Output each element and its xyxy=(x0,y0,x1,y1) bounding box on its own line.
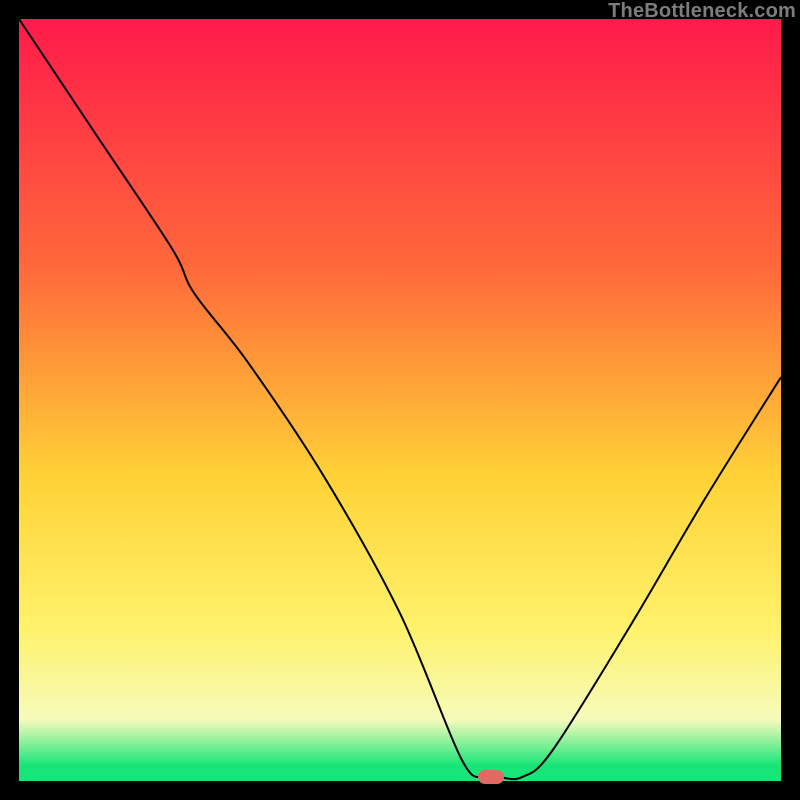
plot-area xyxy=(19,19,781,781)
bottleneck-curve xyxy=(19,19,781,781)
optimal-marker xyxy=(478,770,504,784)
watermark-label: TheBottleneck.com xyxy=(608,0,796,23)
chart-frame: TheBottleneck.com xyxy=(0,0,800,800)
